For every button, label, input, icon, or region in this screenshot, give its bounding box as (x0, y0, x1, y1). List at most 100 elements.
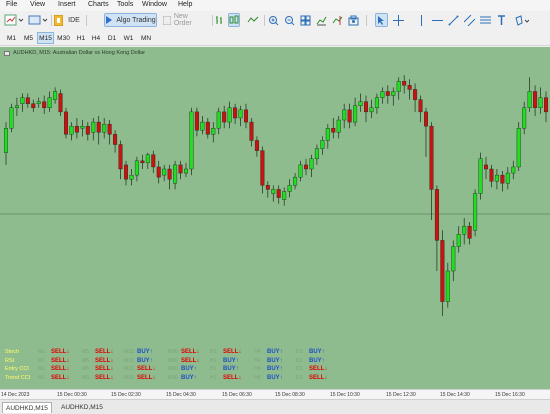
tf-h4[interactable]: H4 (89, 32, 103, 44)
candle-bear (74, 125, 79, 133)
vertical-line-button[interactable] (415, 13, 428, 27)
candle-bear (429, 125, 434, 190)
candle-bull (200, 121, 205, 131)
tf-h1[interactable]: H1 (74, 32, 88, 44)
candle-bear (58, 93, 63, 113)
candle-bear (178, 164, 183, 174)
candle-bull (3, 127, 8, 153)
candle-bull (293, 176, 298, 186)
price-chart[interactable]: AUDHKD, M15: Australian Dollar vs Hong K… (0, 47, 550, 389)
sell-signal: SELL↓ (95, 349, 114, 355)
trendline-icon (448, 15, 459, 25)
chart-tabs: AUDHKD,M15 AUDHKD,M15 (0, 399, 550, 414)
sell-signal: SELL↓ (51, 349, 70, 355)
chart-shift-icon (332, 15, 343, 25)
horizontal-line-button[interactable] (431, 13, 444, 27)
menu-view[interactable]: View (30, 1, 45, 8)
indicator-timeframe: M30 (168, 349, 178, 355)
chart-shift-button[interactable] (331, 13, 344, 27)
indicators-button[interactable] (347, 13, 360, 27)
tab-chart-active[interactable]: AUDHKD,M15 (2, 402, 52, 413)
line-chart-button[interactable] (246, 13, 260, 27)
zoom-in-icon (269, 15, 279, 25)
indicator-label: Trend CCI (5, 374, 31, 381)
cursor-button[interactable] (375, 13, 388, 27)
time-axis-label: 15 Dec 10:30 (330, 392, 360, 398)
candle-bear (440, 240, 445, 302)
ide-button[interactable]: IDE (66, 13, 82, 27)
candle-bull (129, 174, 134, 180)
candle-bear (151, 154, 156, 168)
tf-mn[interactable]: MN (138, 32, 154, 44)
profiles-button[interactable] (27, 13, 49, 27)
candlestick-button[interactable] (228, 13, 240, 27)
menu-charts[interactable]: Charts (88, 1, 109, 8)
sell-signal: SELL↓ (309, 366, 328, 372)
text-tool-icon (498, 14, 505, 25)
candle-bear (331, 127, 336, 133)
fibonacci-button[interactable] (479, 13, 492, 27)
candle-bear (113, 134, 118, 145)
candle-bull (271, 189, 276, 194)
candle-bull (282, 191, 287, 200)
menu-insert[interactable]: Insert (58, 1, 76, 8)
candle-bear (31, 103, 36, 109)
candle-bull (505, 172, 510, 184)
candle-bear (167, 168, 172, 180)
tf-m15[interactable]: M15 (37, 32, 54, 44)
sell-signal: SELL↓ (51, 357, 70, 364)
tf-m1[interactable]: M1 (4, 32, 19, 44)
candle-bear (304, 164, 309, 170)
channel-button[interactable] (463, 13, 476, 27)
tf-m30[interactable]: M30 (55, 32, 72, 44)
indicator-timeframe: M15 (124, 366, 134, 372)
buy-signal: BUY↑ (181, 374, 197, 381)
algo-trading-button[interactable]: Algo Trading (104, 13, 157, 27)
candle-bull (80, 125, 85, 129)
new-order-button[interactable]: New Order (162, 13, 208, 27)
sell-signal: SELL↓ (223, 349, 242, 355)
tab-chart[interactable]: AUDHKD,M15 (58, 402, 106, 413)
indicator-timeframe: H1 (210, 349, 217, 355)
tf-w1[interactable]: W1 (121, 32, 136, 44)
candle-bear (424, 111, 429, 127)
menu-window[interactable]: Window (142, 1, 167, 8)
candle-bull (145, 154, 150, 164)
time-axis-label: 15 Dec 16:30 (495, 392, 525, 398)
indicator-timeframe: M30 (168, 374, 178, 381)
tile-windows-button[interactable] (299, 13, 312, 27)
candle-bull (473, 193, 478, 231)
candle-bull (451, 246, 456, 272)
candle-bull (47, 97, 52, 108)
indicator-timeframe: H4 (254, 349, 261, 355)
tf-m5[interactable]: M5 (21, 32, 36, 44)
bar-chart-button[interactable] (214, 13, 226, 27)
scroll-chart-button[interactable] (315, 13, 328, 27)
buy-signal: BUY↑ (267, 366, 283, 372)
shapes-button[interactable] (514, 13, 530, 27)
candle-bull (538, 97, 543, 108)
candle-bull (320, 140, 325, 149)
menu-tools[interactable]: Tools (117, 1, 133, 8)
zoom-out-button[interactable] (283, 13, 296, 27)
metaeditor-icon-button[interactable] (53, 13, 64, 27)
sell-signal: SELL↓ (137, 366, 156, 372)
text-tool-button[interactable] (495, 13, 508, 27)
sell-signal: SELL↓ (51, 366, 70, 372)
menu-file[interactable]: File (6, 1, 17, 8)
candlestick-series (0, 75, 550, 316)
indicator-timeframe: M5 (82, 374, 89, 381)
candle-bull (69, 125, 74, 135)
candle-bear (63, 111, 68, 135)
candle-bull (478, 158, 483, 194)
crosshair-button[interactable] (392, 13, 405, 27)
new-order-icon (163, 15, 171, 25)
new-chart-button[interactable] (3, 13, 25, 27)
time-axis-label: 15 Dec 00:30 (57, 392, 87, 398)
time-axis-label: 15 Dec 02:30 (111, 392, 141, 398)
indicator-row: Trend CCI M1 SELL↓ M5 SELL↓ M15 SELL↓ M30 BUY↑ H1… (0, 375, 550, 384)
trendline-button[interactable] (447, 13, 460, 27)
zoom-in-button[interactable] (267, 13, 280, 27)
tf-d1[interactable]: D1 (105, 32, 119, 44)
menu-help[interactable]: Help (178, 1, 192, 8)
